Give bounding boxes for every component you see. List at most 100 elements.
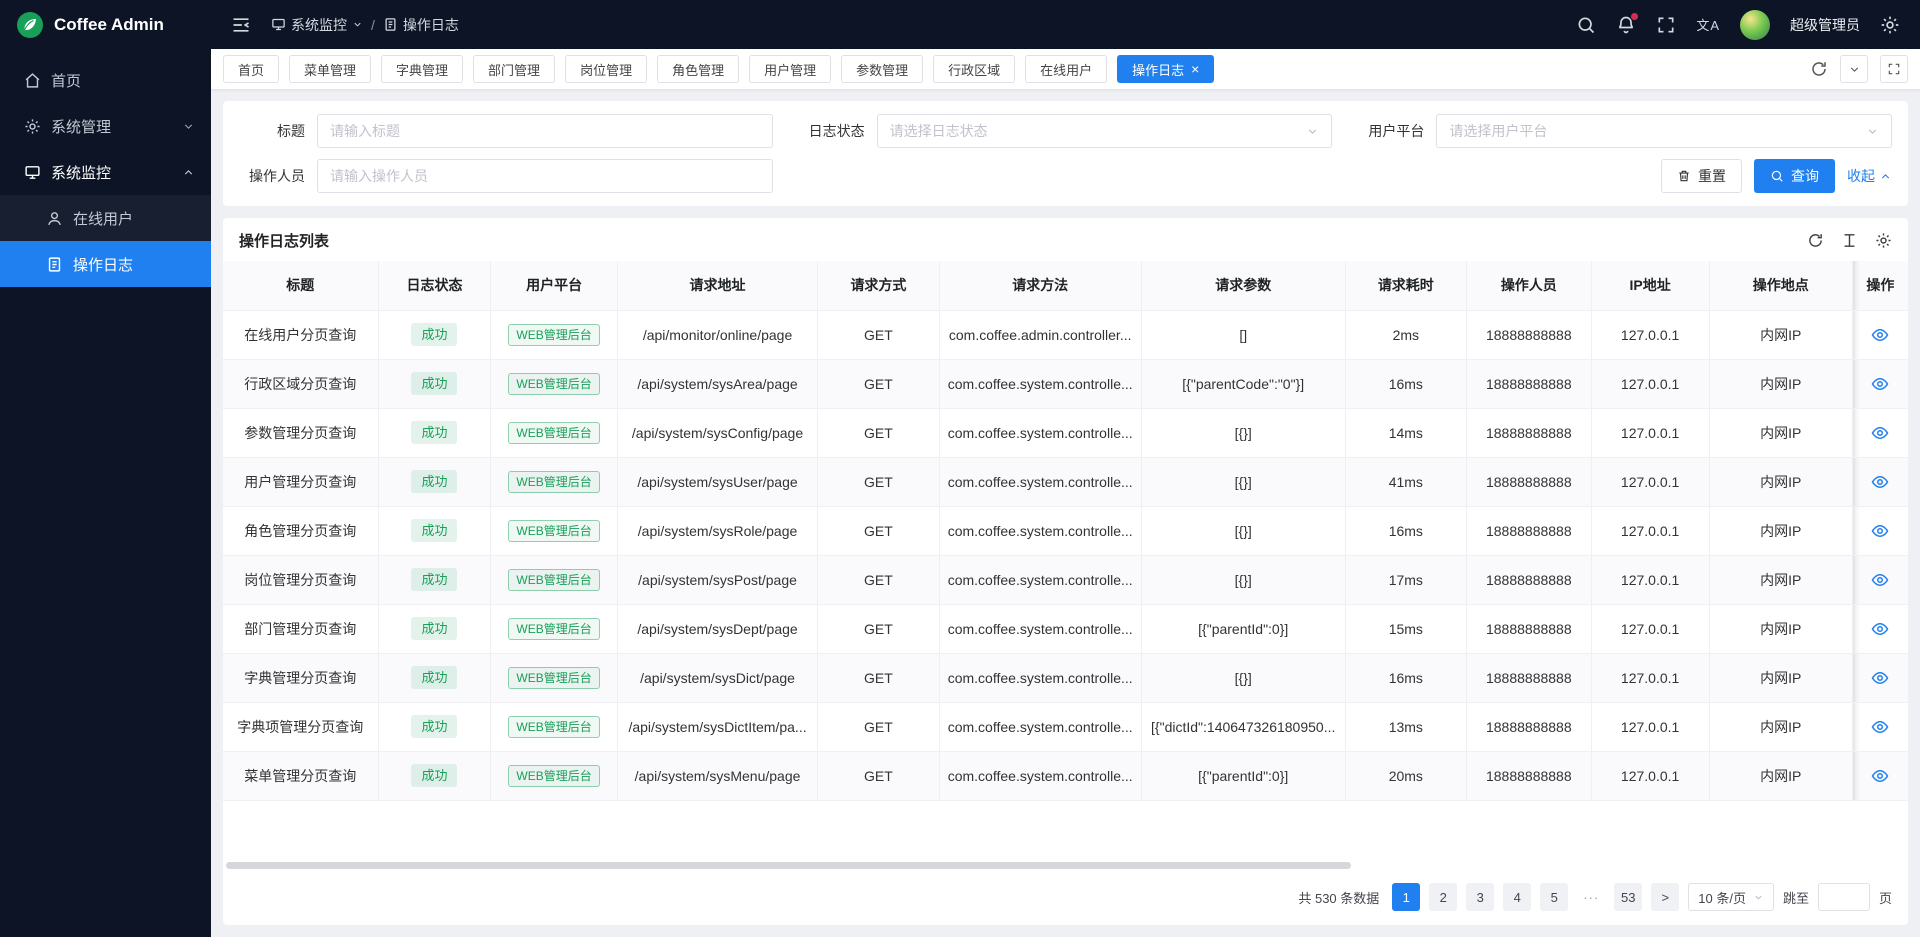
tab-菜单管理[interactable]: 菜单管理 (289, 55, 371, 83)
sidebar-item-online-users[interactable]: 在线用户 (0, 195, 211, 241)
page-button-3[interactable]: 3 (1466, 883, 1494, 911)
monitor-icon (24, 164, 41, 181)
cell-platform: WEB管理后台 (491, 555, 617, 604)
menu-fold-icon[interactable] (231, 15, 251, 35)
sidebar-item-operation-logs[interactable]: 操作日志 (0, 241, 211, 287)
cell-action (1852, 751, 1908, 800)
collapse-filter-link[interactable]: 收起 (1847, 166, 1892, 186)
view-detail-eye-icon[interactable] (1871, 620, 1889, 638)
row-height-icon[interactable] (1841, 232, 1858, 249)
column-header: 操作人员 (1466, 261, 1591, 310)
sidebar: Coffee Admin 首页 系统管理 (0, 0, 211, 937)
cell-location: 内网IP (1709, 310, 1852, 359)
chevron-down-icon (1866, 125, 1879, 138)
page-button-5[interactable]: 5 (1540, 883, 1568, 911)
cell-url: /api/system/sysMenu/page (617, 751, 818, 800)
cell-ip: 127.0.0.1 (1591, 555, 1709, 604)
cell-method: GET (818, 457, 939, 506)
tab-角色管理[interactable]: 角色管理 (657, 55, 739, 83)
page-button-2[interactable]: 2 (1429, 883, 1457, 911)
cell-operator: 18888888888 (1466, 604, 1591, 653)
tab-行政区域[interactable]: 行政区域 (933, 55, 1015, 83)
horizontal-scrollbar-thumb[interactable] (226, 862, 1351, 869)
platform-tag: WEB管理后台 (508, 667, 599, 689)
username[interactable]: 超级管理员 (1790, 15, 1860, 35)
brand[interactable]: Coffee Admin (0, 0, 211, 49)
cell-duration: 16ms (1345, 359, 1466, 408)
refresh-icon[interactable] (1807, 232, 1824, 249)
cell-function: com.coffee.system.controlle... (939, 702, 1141, 751)
query-button[interactable]: 查询 (1754, 159, 1835, 193)
next-page-button[interactable]: > (1651, 883, 1679, 911)
tab-在线用户[interactable]: 在线用户 (1025, 55, 1107, 83)
cell-action (1852, 506, 1908, 555)
page-button-4[interactable]: 4 (1503, 883, 1531, 911)
cell-platform: WEB管理后台 (491, 310, 617, 359)
refresh-icon[interactable] (1810, 60, 1828, 78)
view-detail-eye-icon[interactable] (1871, 767, 1889, 785)
column-settings-gear-icon[interactable] (1875, 232, 1892, 249)
page-button-1[interactable]: 1 (1392, 883, 1420, 911)
sidebar-item-home[interactable]: 首页 (0, 57, 211, 103)
breadcrumb-item-system-monitor[interactable]: 系统监控 (271, 15, 363, 35)
settings-gear-icon[interactable] (1880, 15, 1900, 35)
notification-bell-icon[interactable] (1616, 15, 1636, 35)
tab-首页[interactable]: 首页 (223, 55, 279, 83)
cell-url: /api/system/sysPost/page (617, 555, 818, 604)
brand-logo-icon (16, 11, 44, 39)
cell-location: 内网IP (1709, 555, 1852, 604)
operator-input[interactable] (317, 159, 773, 193)
breadcrumb-label: 系统监控 (291, 15, 347, 35)
cell-params: [{}] (1141, 506, 1345, 555)
fullscreen-icon[interactable] (1656, 15, 1676, 35)
tab-部门管理[interactable]: 部门管理 (473, 55, 555, 83)
tab-label: 菜单管理 (304, 60, 356, 79)
breadcrumb-item-operation-logs[interactable]: 操作日志 (383, 15, 459, 35)
cell-title: 在线用户分页查询 (223, 310, 378, 359)
tab-操作日志[interactable]: 操作日志× (1117, 55, 1214, 83)
view-detail-eye-icon[interactable] (1871, 326, 1889, 344)
sidebar-submenu-monitor: 在线用户 操作日志 (0, 195, 211, 287)
column-header: 请求耗时 (1345, 261, 1466, 310)
platform-tag: WEB管理后台 (508, 765, 599, 787)
page-size-select[interactable]: 10 条/页 (1688, 883, 1774, 911)
tab-岗位管理[interactable]: 岗位管理 (565, 55, 647, 83)
view-detail-eye-icon[interactable] (1871, 473, 1889, 491)
cell-function: com.coffee.system.controlle... (939, 751, 1141, 800)
cell-ip: 127.0.0.1 (1591, 310, 1709, 359)
cell-action (1852, 702, 1908, 751)
cell-function: com.coffee.system.controlle... (939, 506, 1141, 555)
cell-title: 部门管理分页查询 (223, 604, 378, 653)
sidebar-item-system-monitor[interactable]: 系统监控 (0, 149, 211, 195)
user-icon (46, 210, 63, 227)
view-detail-eye-icon[interactable] (1871, 669, 1889, 687)
jump-page-input[interactable] (1818, 883, 1870, 911)
reset-button[interactable]: 重置 (1661, 159, 1742, 193)
avatar[interactable] (1740, 10, 1770, 40)
view-detail-eye-icon[interactable] (1871, 375, 1889, 393)
tab-参数管理[interactable]: 参数管理 (841, 55, 923, 83)
page-button-53[interactable]: 53 (1614, 883, 1642, 911)
sidebar-item-system-management[interactable]: 系统管理 (0, 103, 211, 149)
search-icon[interactable] (1576, 15, 1596, 35)
cell-method: GET (818, 506, 939, 555)
tab-options-dropdown[interactable] (1840, 55, 1868, 83)
tab-字典管理[interactable]: 字典管理 (381, 55, 463, 83)
view-detail-eye-icon[interactable] (1871, 718, 1889, 736)
translate-icon[interactable]: 文A (1696, 15, 1720, 34)
cell-status: 成功 (378, 408, 491, 457)
platform-tag: WEB管理后台 (508, 373, 599, 395)
view-detail-eye-icon[interactable] (1871, 571, 1889, 589)
log-status-select[interactable]: 请选择日志状态 (877, 114, 1333, 148)
cell-platform: WEB管理后台 (491, 359, 617, 408)
title-input[interactable] (317, 114, 773, 148)
cell-location: 内网IP (1709, 604, 1852, 653)
user-platform-select[interactable]: 请选择用户平台 (1436, 114, 1892, 148)
tab-用户管理[interactable]: 用户管理 (749, 55, 831, 83)
cell-function: com.coffee.system.controlle... (939, 653, 1141, 702)
view-detail-eye-icon[interactable] (1871, 424, 1889, 442)
tab-close-icon[interactable]: × (1191, 62, 1199, 76)
view-detail-eye-icon[interactable] (1871, 522, 1889, 540)
cell-platform: WEB管理后台 (491, 653, 617, 702)
content-fullscreen-icon[interactable] (1880, 55, 1908, 83)
